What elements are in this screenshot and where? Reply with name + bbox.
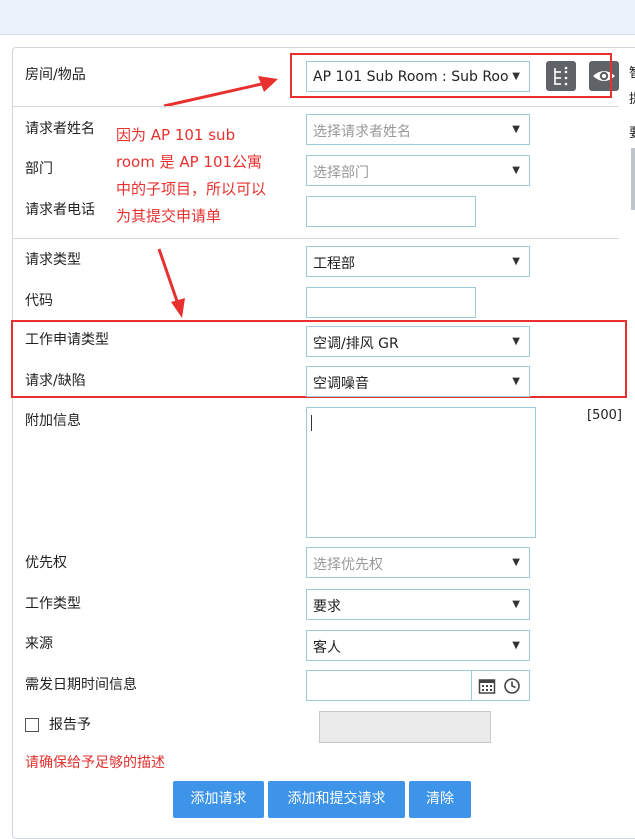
- clear-button[interactable]: 清除: [409, 781, 471, 818]
- work-type-value: 要求: [313, 599, 341, 615]
- date-time-picker-buttons: [472, 670, 530, 701]
- due-datetime-label: 需发日期时间信息: [25, 677, 137, 693]
- highlight-room-box: [290, 53, 612, 98]
- annotation-line: 因为 AP 101 sub: [116, 126, 236, 144]
- text-cursor: [311, 415, 312, 431]
- request-type-label: 请求类型: [25, 252, 81, 268]
- report-to-checkbox[interactable]: [25, 718, 39, 732]
- code-label: 代码: [25, 293, 53, 309]
- dropdown-arrow-icon: ▼: [512, 557, 520, 568]
- work-type-select[interactable]: 要求 ▼: [306, 589, 530, 620]
- dropdown-arrow-icon: ▼: [512, 256, 520, 267]
- priority-placeholder: 选择优先权: [313, 557, 383, 573]
- report-to-label: 报告予: [49, 717, 91, 733]
- dropdown-arrow-icon: ▼: [512, 599, 520, 610]
- priority-label: 优先权: [25, 555, 67, 571]
- annotation-line: 为其提交申请单: [116, 207, 222, 225]
- requester-name-label: 请求者姓名: [25, 121, 95, 137]
- annotation-line: 中的子项目，所以可以: [116, 180, 267, 198]
- requester-phone-input[interactable]: [306, 196, 476, 227]
- dropdown-arrow-icon: ▼: [512, 124, 520, 135]
- code-input[interactable]: [306, 287, 476, 318]
- requester-phone-label: 请求者电话: [25, 202, 95, 218]
- description-warning: 请确保给予足够的描述: [25, 755, 165, 771]
- clock-icon[interactable]: [503, 677, 521, 695]
- due-date-input[interactable]: [306, 670, 472, 701]
- add-and-submit-request-button[interactable]: 添加和提交请求: [268, 781, 405, 818]
- priority-select[interactable]: 选择优先权 ▼: [306, 547, 530, 578]
- additional-info-label: 附加信息: [25, 413, 81, 429]
- request-type-value: 工程部: [313, 256, 355, 272]
- add-request-button[interactable]: 添加请求: [173, 781, 264, 818]
- sidebar-cut-text: 提: [629, 88, 635, 107]
- section-divider: [13, 238, 619, 239]
- sidebar-scrollbar[interactable]: [631, 148, 635, 210]
- section-divider: [13, 106, 619, 107]
- request-type-select[interactable]: 工程部 ▼: [306, 246, 530, 277]
- work-request-type-label: 工作申请类型: [25, 332, 109, 348]
- dropdown-arrow-icon: ▼: [512, 640, 520, 651]
- department-label: 部门: [25, 161, 53, 177]
- dropdown-arrow-icon: ▼: [512, 336, 520, 347]
- work-request-type-value: 空调/排风 GR: [313, 336, 399, 352]
- work-request-type-select[interactable]: 空调/排风 GR ▼: [306, 326, 530, 357]
- work-type-label: 工作类型: [25, 596, 81, 612]
- annotation-arrow: [163, 76, 278, 108]
- sidebar-cut-text: 智: [629, 62, 635, 81]
- request-defect-select[interactable]: 空调噪音 ▼: [306, 366, 530, 397]
- source-select[interactable]: 客人 ▼: [306, 630, 530, 661]
- room-item-label: 房间/物品: [25, 67, 86, 83]
- request-defect-label: 请求/缺陷: [25, 373, 86, 389]
- source-value: 客人: [313, 640, 341, 656]
- requester-name-select[interactable]: 选择请求者姓名 ▼: [306, 114, 530, 145]
- annotation-line: room 是 AP 101公寓: [116, 153, 263, 171]
- calendar-icon[interactable]: [478, 677, 496, 695]
- source-label: 来源: [25, 636, 53, 652]
- department-select[interactable]: 选择部门 ▼: [306, 155, 530, 186]
- char-limit-counter: [500]: [587, 408, 622, 423]
- dropdown-arrow-icon: ▼: [512, 165, 520, 176]
- sidebar-cut-text: 要: [629, 122, 635, 141]
- annotation-arrow: [157, 248, 185, 318]
- request-defect-value: 空调噪音: [313, 376, 369, 392]
- additional-info-textarea[interactable]: [306, 407, 536, 538]
- requester-name-placeholder: 选择请求者姓名: [313, 124, 411, 140]
- annotation-text: 因为 AP 101 sub room 是 AP 101公寓 中的子项目，所以可以…: [116, 122, 266, 230]
- dropdown-arrow-icon: ▼: [512, 376, 520, 387]
- department-placeholder: 选择部门: [313, 165, 369, 181]
- top-header-band: [0, 0, 635, 35]
- report-to-input-disabled: [319, 711, 491, 743]
